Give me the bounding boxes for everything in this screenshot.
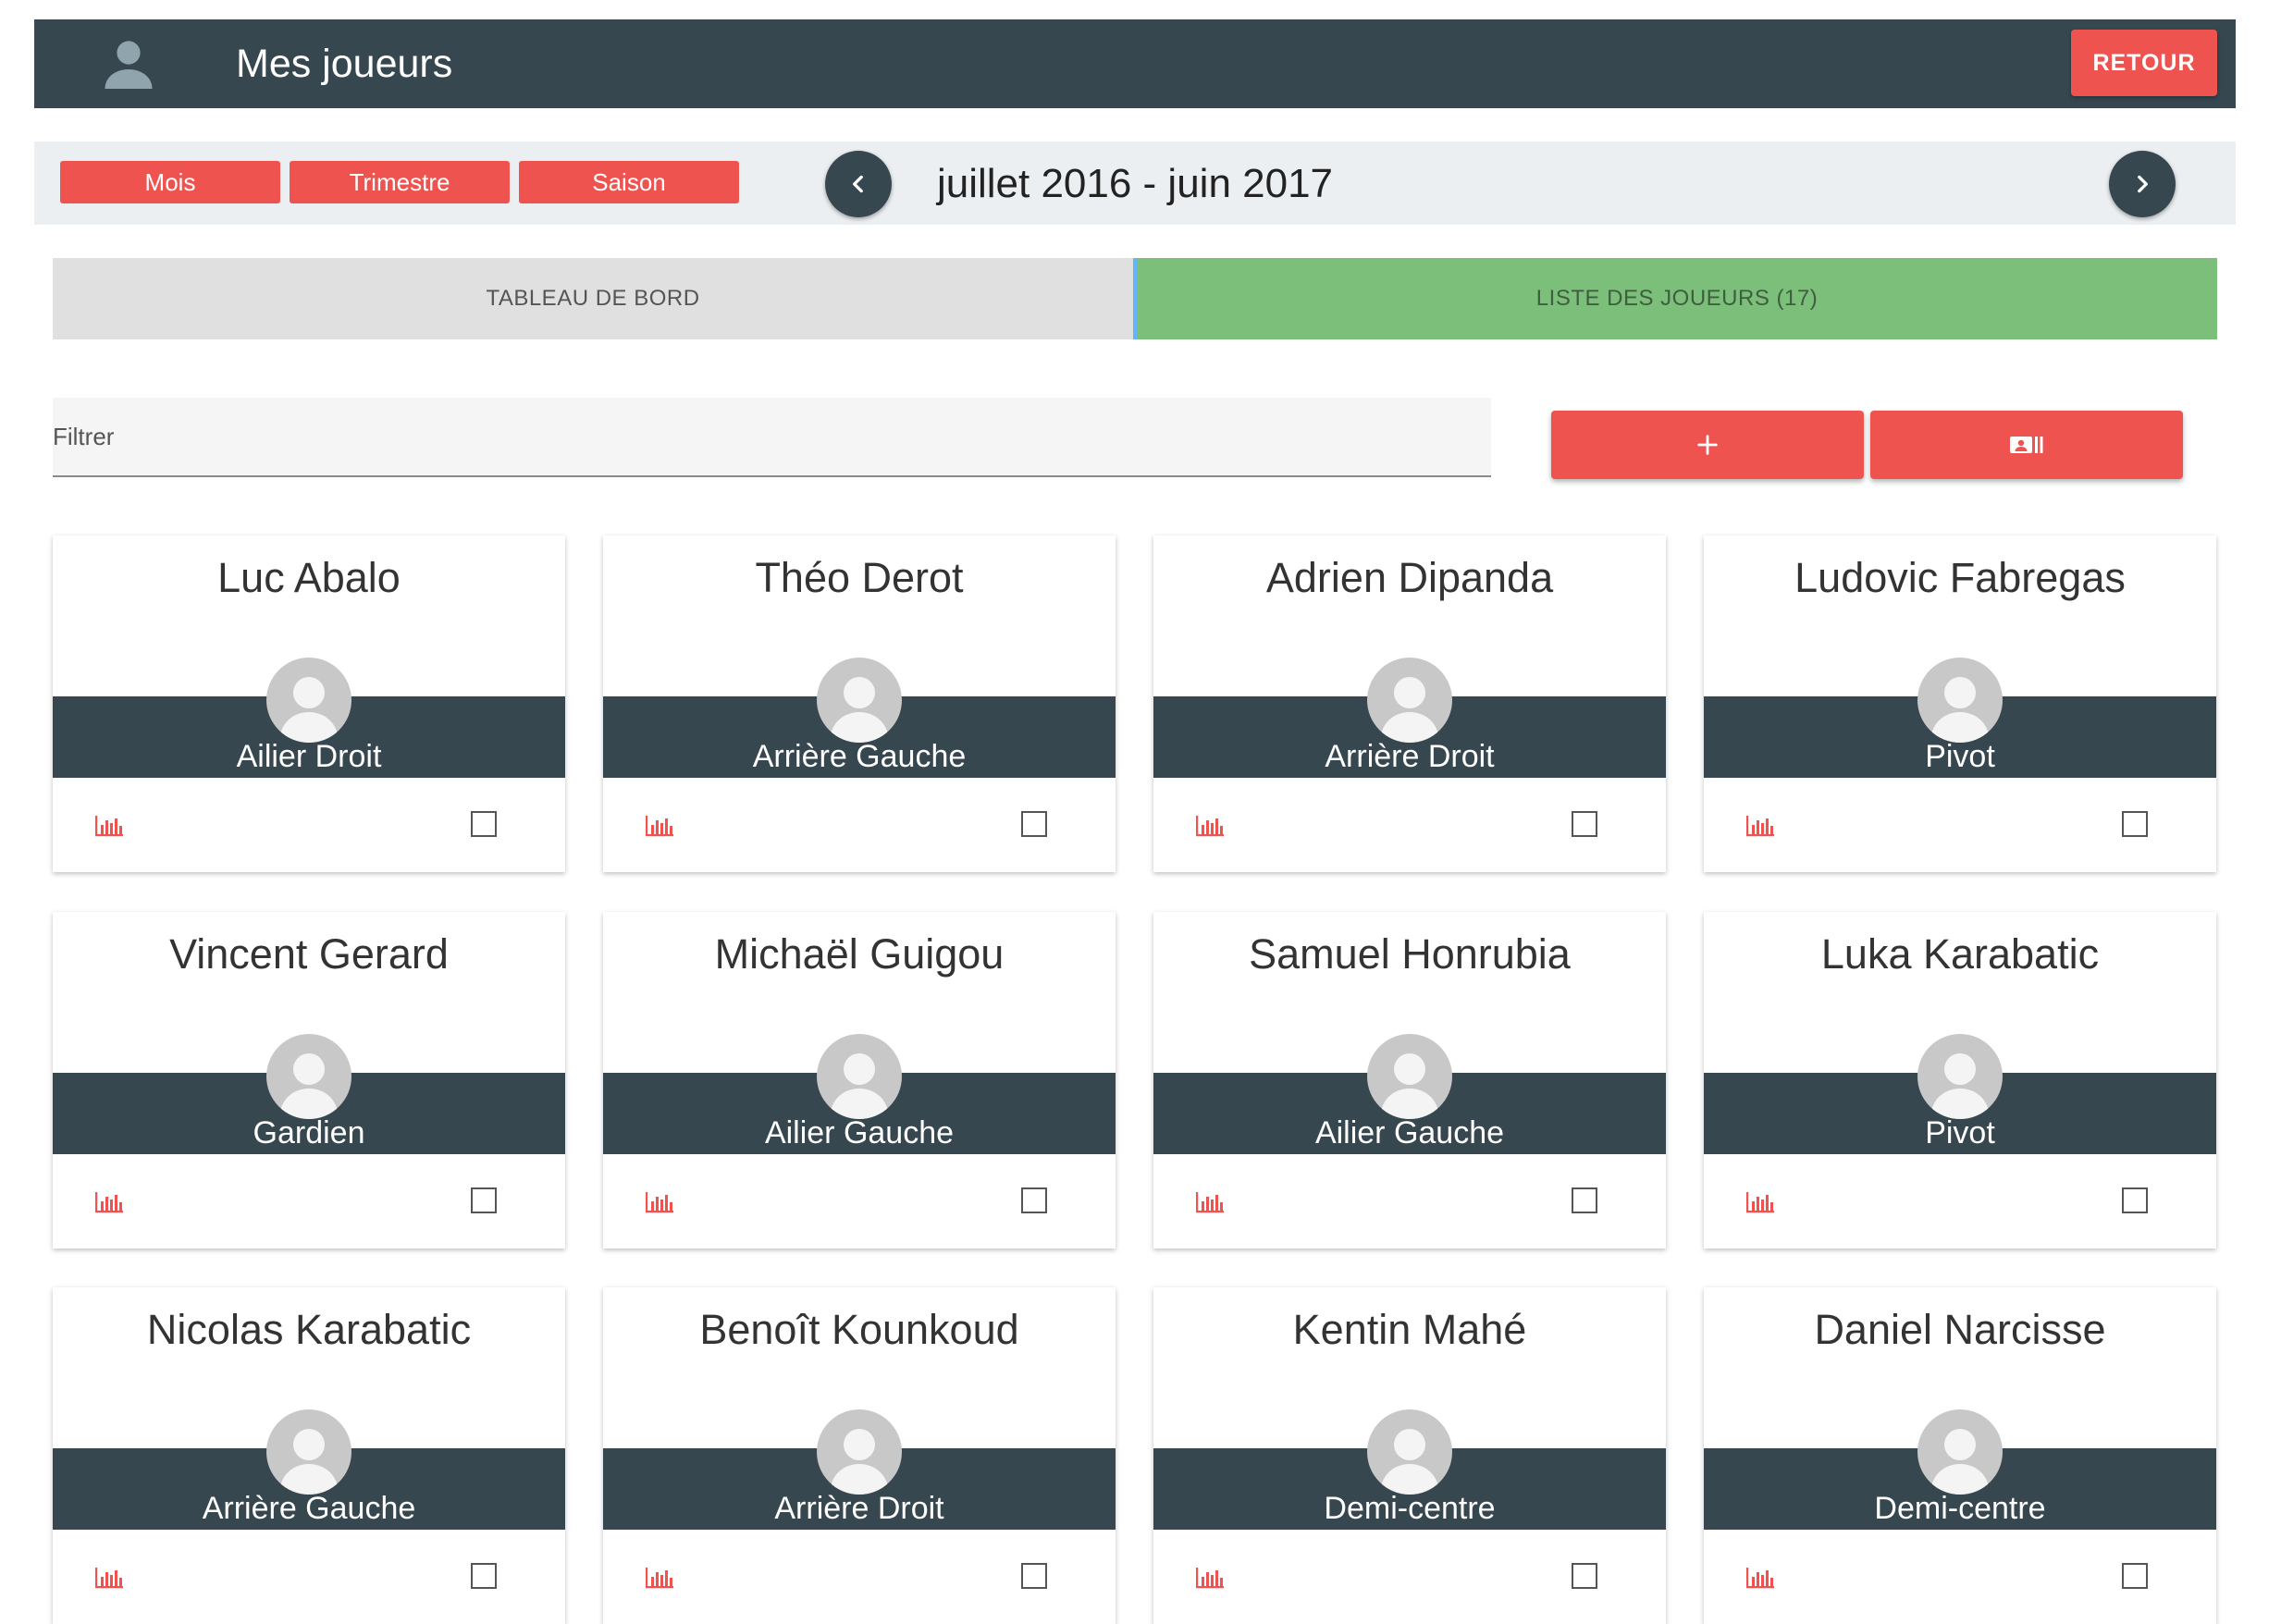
player-card[interactable]: Daniel Narcisse Demi-centre bbox=[1704, 1287, 2216, 1624]
add-player-button[interactable] bbox=[1551, 411, 1864, 479]
player-name: Benoît Kounkoud bbox=[699, 1306, 1019, 1353]
avatar-placeholder-icon bbox=[1917, 1409, 2003, 1495]
player-card[interactable]: Michaël Guigou Ailier Gauche bbox=[603, 912, 1116, 1249]
stats-chart-icon[interactable] bbox=[93, 813, 125, 839]
plus-icon bbox=[1697, 435, 1718, 455]
app-header: Mes joueurs RETOUR bbox=[34, 19, 2236, 108]
page-title: Mes joueurs bbox=[236, 42, 453, 86]
tab-bar: TABLEAU DE BORD LISTE DES JOUEURS (17) bbox=[53, 258, 2217, 339]
player-card[interactable]: Adrien Dipanda Arrière Droit bbox=[1153, 535, 1666, 872]
player-card[interactable]: Ludovic Fabregas Pivot bbox=[1704, 535, 2216, 872]
avatar-placeholder-icon bbox=[817, 1034, 902, 1119]
player-card[interactable]: Kentin Mahé Demi-centre bbox=[1153, 1287, 1666, 1624]
tab-dashboard[interactable]: TABLEAU DE BORD bbox=[53, 258, 1137, 339]
player-card[interactable]: Luka Karabatic Pivot bbox=[1704, 912, 2216, 1249]
select-checkbox[interactable] bbox=[1572, 1187, 1597, 1213]
player-name: Samuel Honrubia bbox=[1249, 930, 1571, 978]
player-name: Michaël Guigou bbox=[714, 930, 1005, 978]
next-period-button[interactable] bbox=[2109, 151, 2176, 217]
player-card[interactable]: Samuel Honrubia Ailier Gauche bbox=[1153, 912, 1666, 1249]
stats-chart-icon[interactable] bbox=[93, 1565, 125, 1591]
avatar-placeholder-icon bbox=[266, 658, 351, 743]
select-checkbox[interactable] bbox=[471, 811, 497, 837]
avatar-placeholder-icon bbox=[817, 658, 902, 743]
stats-chart-icon[interactable] bbox=[1194, 1189, 1226, 1215]
avatar-placeholder-icon bbox=[1917, 1034, 2003, 1119]
avatar-placeholder-icon bbox=[266, 1409, 351, 1495]
stats-chart-icon[interactable] bbox=[644, 1189, 675, 1215]
player-card[interactable]: Luc Abalo Ailier Droit bbox=[53, 535, 565, 872]
period-season-button[interactable]: Saison bbox=[519, 161, 739, 203]
stats-chart-icon[interactable] bbox=[93, 1189, 125, 1215]
stats-chart-icon[interactable] bbox=[1745, 1565, 1776, 1591]
select-checkbox[interactable] bbox=[2122, 1563, 2148, 1589]
avatar-placeholder-icon bbox=[817, 1409, 902, 1495]
avatar-placeholder-icon bbox=[1367, 658, 1452, 743]
stats-chart-icon[interactable] bbox=[1194, 1565, 1226, 1591]
chevron-right-icon bbox=[2138, 175, 2148, 193]
select-checkbox[interactable] bbox=[2122, 1187, 2148, 1213]
select-checkbox[interactable] bbox=[1021, 1187, 1047, 1213]
select-checkbox[interactable] bbox=[2122, 811, 2148, 837]
chevron-left-icon bbox=[853, 175, 863, 193]
player-card[interactable]: Théo Derot Arrière Gauche bbox=[603, 535, 1116, 872]
player-card[interactable]: Benoît Kounkoud Arrière Droit bbox=[603, 1287, 1116, 1624]
stats-chart-icon[interactable] bbox=[1745, 1189, 1776, 1215]
filter-input[interactable] bbox=[53, 398, 1491, 475]
stats-chart-icon[interactable] bbox=[1194, 813, 1226, 839]
player-cards-view-button[interactable] bbox=[1870, 411, 2183, 479]
select-checkbox[interactable] bbox=[471, 1187, 497, 1213]
stats-chart-icon[interactable] bbox=[644, 1565, 675, 1591]
player-name: Kentin Mahé bbox=[1292, 1306, 1527, 1353]
avatar-placeholder-icon bbox=[1917, 658, 2003, 743]
period-selector: Mois Trimestre Saison juillet 2016 - jui… bbox=[34, 141, 2236, 225]
previous-period-button[interactable] bbox=[825, 151, 892, 217]
tab-player-list[interactable]: LISTE DES JOUEURS (17) bbox=[1137, 258, 2217, 339]
player-name: Daniel Narcisse bbox=[1814, 1306, 2106, 1353]
select-checkbox[interactable] bbox=[1021, 1563, 1047, 1589]
select-checkbox[interactable] bbox=[1021, 811, 1047, 837]
select-checkbox[interactable] bbox=[1572, 1563, 1597, 1589]
avatar-placeholder-icon bbox=[266, 1034, 351, 1119]
player-name: Vincent Gerard bbox=[169, 930, 449, 978]
player-name: Luc Abalo bbox=[217, 554, 401, 601]
player-name: Ludovic Fabregas bbox=[1794, 554, 2126, 601]
select-checkbox[interactable] bbox=[1572, 811, 1597, 837]
select-checkbox[interactable] bbox=[471, 1563, 497, 1589]
player-name: Nicolas Karabatic bbox=[146, 1306, 472, 1353]
player-name: Théo Derot bbox=[755, 554, 964, 601]
player-name: Luka Karabatic bbox=[1820, 930, 2100, 978]
stats-chart-icon[interactable] bbox=[644, 813, 675, 839]
player-card[interactable]: Nicolas Karabatic Arrière Gauche bbox=[53, 1287, 565, 1624]
back-button[interactable]: RETOUR bbox=[2071, 30, 2217, 96]
player-card[interactable]: Vincent Gerard Gardien bbox=[53, 912, 565, 1249]
filter-field bbox=[53, 398, 1491, 477]
player-name: Adrien Dipanda bbox=[1265, 554, 1554, 601]
period-quarter-button[interactable]: Trimestre bbox=[290, 161, 510, 203]
stats-chart-icon[interactable] bbox=[1745, 813, 1776, 839]
period-month-button[interactable]: Mois bbox=[60, 161, 280, 203]
user-icon bbox=[105, 41, 153, 89]
contact-card-icon bbox=[2010, 437, 2043, 453]
avatar-placeholder-icon bbox=[1367, 1034, 1452, 1119]
avatar-placeholder-icon bbox=[1367, 1409, 1452, 1495]
